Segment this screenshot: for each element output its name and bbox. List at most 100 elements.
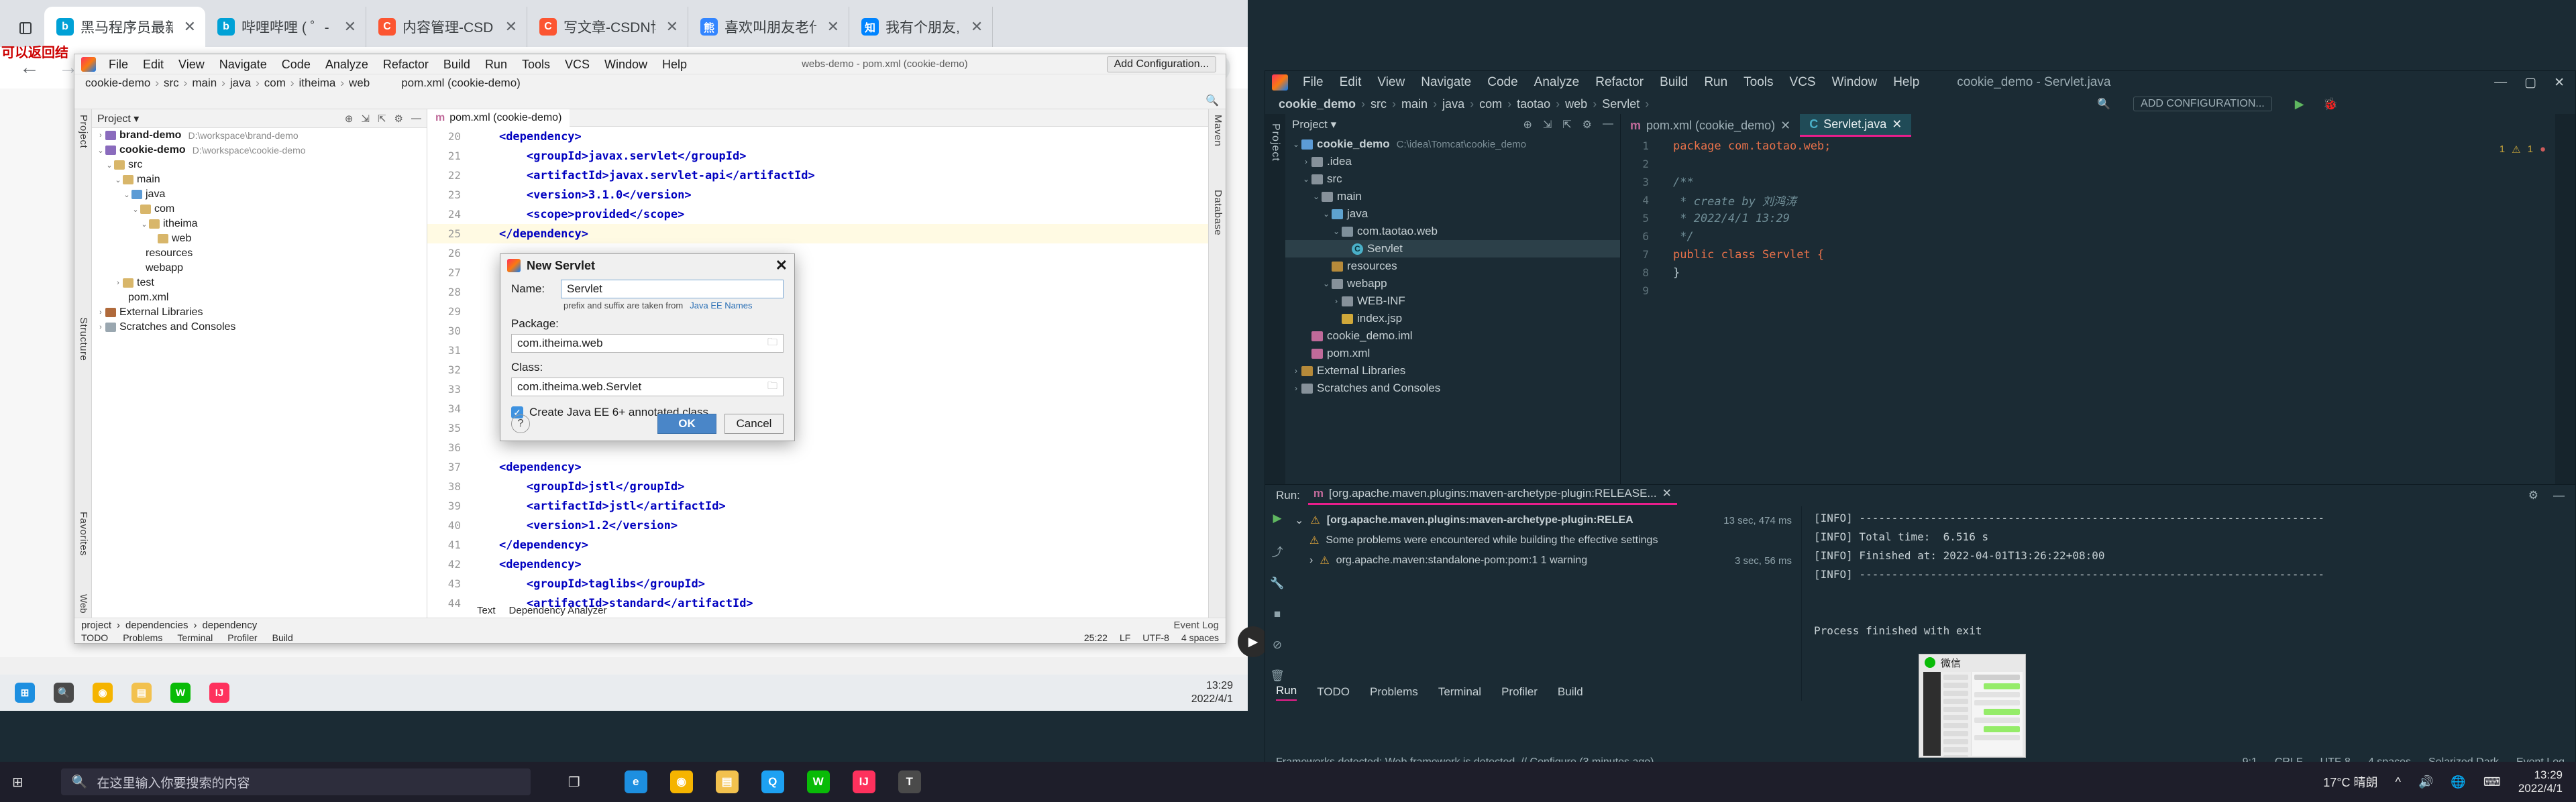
menu-item-edit[interactable]: Edit (136, 54, 171, 74)
disclosure-icon[interactable]: › (96, 131, 105, 139)
gear-icon[interactable]: ⚙ (2528, 489, 2538, 502)
build-tree-item[interactable]: ⚠ Some problems were encountered while bu… (1265, 530, 1801, 551)
tree-node[interactable]: ⌄ com (92, 202, 427, 217)
bottom-tab-profiler[interactable]: Profiler (1501, 685, 1538, 699)
status-item[interactable]: 4 spaces (1181, 632, 1219, 643)
browse-folder-icon[interactable]: 🗀 (767, 379, 777, 396)
menu-item-build[interactable]: Build (1652, 75, 1696, 90)
maximize-icon[interactable]: ▢ (2524, 75, 2536, 91)
ide-light-file-tab[interactable]: pom.xml (cookie-demo) (401, 76, 521, 90)
close-icon[interactable]: ✕ (344, 18, 356, 36)
build-tree-item[interactable]: ⌄ ⚠ [org.apache.maven.plugins:maven-archet… (1265, 510, 1801, 530)
close-icon[interactable]: ✕ (1892, 117, 1902, 131)
browser-tab[interactable]: b 哔哩哔哩 ( ゜- ゜)つロ ✕ (205, 7, 366, 47)
wechat-icon[interactable]: W (806, 770, 830, 793)
tree-node[interactable]: › External Libraries (1285, 362, 1620, 380)
typora-icon[interactable]: T (898, 770, 921, 793)
menu-item-window[interactable]: Window (597, 54, 655, 74)
tab-dependency-analyzer[interactable]: Dependency Analyzer (509, 605, 607, 616)
breadcrumb-item[interactable]: Servlet (1602, 97, 1640, 111)
breadcrumb-item[interactable]: main (192, 76, 217, 90)
search-everywhere-icon[interactable]: 🔍 (1205, 94, 1219, 107)
ok-button[interactable]: OK (657, 414, 716, 434)
menu-item-window[interactable]: Window (1824, 75, 1886, 90)
keyboard-icon[interactable]: ⌨ (2483, 775, 2501, 789)
package-input[interactable]: com.itheima.web 🗀 (511, 334, 784, 353)
debug-icon[interactable]: 🐞 (2323, 97, 2338, 111)
rail-project-label[interactable]: Project (78, 115, 89, 148)
menu-item-view[interactable]: View (171, 54, 212, 74)
rail-structure-label[interactable]: Structure (78, 317, 89, 361)
menu-item-file[interactable]: File (1295, 75, 1332, 90)
run-console-output[interactable]: [INFO] ---------------------------------… (1802, 506, 2575, 701)
tree-node[interactable]: pom.xml (92, 290, 427, 305)
task-view-icon[interactable]: ❐ (568, 774, 580, 791)
tree-node[interactable]: ⌄ src (92, 158, 427, 172)
minimize-icon[interactable]: — (2553, 489, 2565, 502)
project-panel-title[interactable]: Project ▾ (1292, 118, 1336, 131)
disclosure-icon[interactable]: ⌄ (105, 161, 114, 170)
bottom-tab-run[interactable]: Run (1276, 684, 1297, 701)
status-breadcrumb-item[interactable]: dependency (202, 620, 257, 631)
disclosure-icon[interactable]: ⌄ (1301, 174, 1311, 184)
servlet-name-input[interactable]: Servlet (561, 280, 784, 298)
browser-tab[interactable]: C 内容管理-CSDN博客 ✕ (366, 7, 527, 47)
wechat-icon-inner[interactable]: W (170, 683, 191, 703)
tree-node[interactable]: ⌄ main (92, 172, 427, 187)
target-icon[interactable]: ⊕ (1523, 118, 1532, 131)
chrome-icon[interactable]: ◉ (669, 770, 693, 793)
bottom-tab-problems[interactable]: Problems (123, 632, 162, 643)
breadcrumb-item[interactable]: com (1479, 97, 1502, 111)
tree-node[interactable]: › Scratches and Consoles (92, 320, 427, 335)
disclosure-icon[interactable]: ⌄ (131, 205, 140, 214)
menu-item-help[interactable]: Help (1885, 75, 1927, 90)
menu-item-analyze[interactable]: Analyze (1526, 75, 1588, 90)
disclosure-icon[interactable]: › (1291, 384, 1301, 393)
tab-text[interactable]: Text (477, 605, 496, 616)
volume-icon[interactable]: 🔊 (2418, 775, 2433, 789)
close-icon[interactable]: ✕ (827, 18, 839, 36)
expand-icon[interactable]: ⇱ (1562, 118, 1571, 131)
idea-icon-inner[interactable]: IJ (209, 683, 229, 703)
tree-node[interactable]: index.jsp (1285, 310, 1620, 327)
bottom-tab-todo[interactable]: TODO (81, 632, 108, 643)
close-icon[interactable]: ✕ (1662, 487, 1672, 500)
editor-tab[interactable]: C Servlet.java ✕ (1800, 114, 1912, 137)
edge-icon[interactable]: e (624, 770, 647, 793)
tree-node[interactable]: webapp (92, 261, 427, 276)
disclosure-icon[interactable]: › (96, 323, 105, 331)
close-icon[interactable]: ✕ (2554, 75, 2565, 91)
tree-node[interactable]: pom.xml (1285, 345, 1620, 362)
tree-node[interactable]: resources (1285, 257, 1620, 275)
collapse-icon[interactable]: ⇲ (361, 113, 370, 125)
breadcrumb-item[interactable]: cookie-demo (85, 76, 150, 90)
breadcrumb-item[interactable]: src (164, 76, 179, 90)
disclosure-icon[interactable]: › (1291, 366, 1301, 376)
tree-node[interactable]: ⌄ com.taotao.web (1285, 223, 1620, 240)
stop-icon[interactable]: ■ (1274, 608, 1281, 621)
minimize-icon[interactable]: — (1603, 118, 1613, 131)
tree-node[interactable]: cookie_demo.iml (1285, 327, 1620, 345)
help-icon[interactable]: ? (511, 414, 530, 433)
start-icon[interactable]: ⊞ (12, 774, 23, 791)
event-log-label[interactable]: Event Log (1173, 620, 1219, 631)
menu-item-analyze[interactable]: Analyze (318, 54, 376, 74)
disclosure-icon[interactable]: ⌄ (1321, 279, 1332, 288)
network-icon[interactable]: 🌐 (2451, 775, 2465, 789)
inspection-indicators[interactable]: 1 ⚠ 1 ● (2500, 144, 2546, 156)
java-ee-names-link[interactable]: Java EE Names (690, 300, 752, 310)
filter-icon[interactable]: ⊘ (1273, 638, 1282, 652)
menu-item-run[interactable]: Run (478, 54, 515, 74)
close-icon[interactable]: ✕ (184, 18, 196, 36)
disclosure-icon[interactable]: › (96, 308, 105, 317)
browse-folder-icon[interactable]: 🗀 (767, 335, 777, 352)
status-breadcrumb-item[interactable]: project (81, 620, 111, 631)
breadcrumb-item[interactable]: itheima (299, 76, 336, 90)
minimize-icon[interactable]: — (411, 113, 421, 125)
tree-node[interactable]: resources (92, 246, 427, 261)
run-icon[interactable]: ▶ (2295, 97, 2304, 111)
menu-item-build[interactable]: Build (436, 54, 478, 74)
close-icon[interactable]: ✕ (505, 18, 517, 36)
breadcrumb-item[interactable]: main (1401, 97, 1428, 111)
disclosure-icon[interactable]: › (1309, 555, 1313, 567)
